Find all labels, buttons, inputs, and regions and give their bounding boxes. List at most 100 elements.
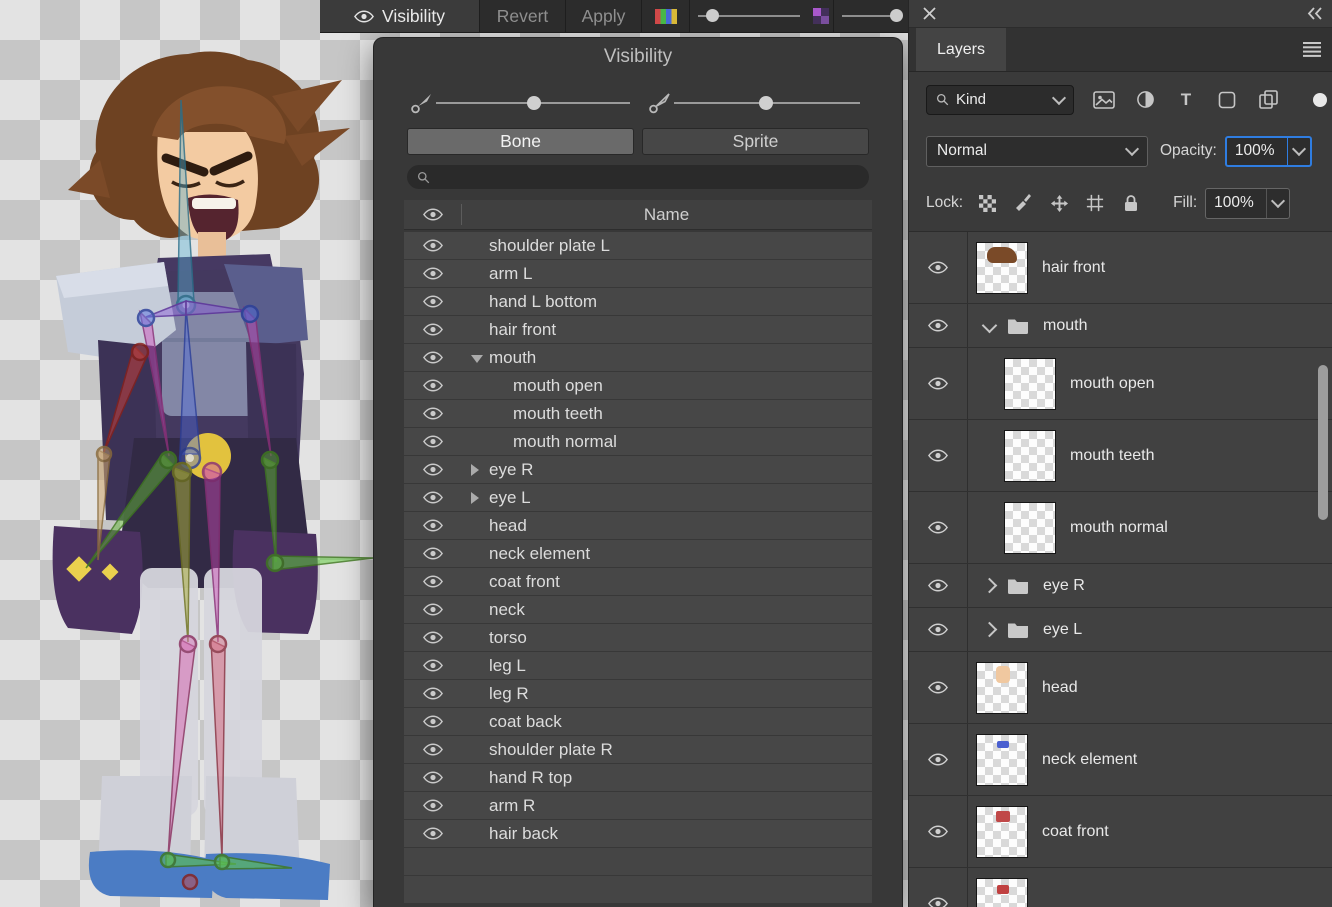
slider-handle[interactable] — [890, 9, 903, 22]
layer-row[interactable]: head — [909, 652, 1332, 724]
bone-color-palette-button[interactable] — [642, 0, 690, 32]
visibility-row[interactable]: shoulder plate R — [404, 736, 872, 763]
visibility-row[interactable]: shoulder plate L — [404, 232, 872, 259]
eye-icon[interactable] — [423, 603, 443, 616]
mesh-opacity-toolbar-slider[interactable] — [834, 0, 908, 32]
pixel-layer-filter-icon[interactable] — [1093, 90, 1115, 110]
layer-thumbnail[interactable] — [1004, 502, 1056, 554]
eye-icon[interactable] — [423, 295, 443, 308]
layer-visibility-cell[interactable] — [909, 564, 968, 607]
visibility-row[interactable]: hand R top — [404, 764, 872, 791]
eye-icon[interactable] — [423, 239, 443, 252]
eye-icon[interactable] — [423, 575, 443, 588]
visibility-row[interactable]: hair front — [404, 316, 872, 343]
filter-toggle-switch[interactable] — [1313, 93, 1327, 107]
layer-name[interactable]: mouth teeth — [1070, 447, 1155, 465]
layer-name[interactable]: neck element — [1042, 751, 1137, 769]
layer-thumbnail[interactable] — [1004, 430, 1056, 482]
visibility-row[interactable]: coat front — [404, 568, 872, 595]
tab-layers[interactable]: Layers — [916, 28, 1006, 71]
eye-icon[interactable] — [928, 897, 948, 907]
visibility-row[interactable]: coat back — [404, 708, 872, 735]
eye-icon[interactable] — [423, 659, 443, 672]
layer-name[interactable]: mouth open — [1070, 375, 1155, 393]
eye-icon[interactable] — [928, 319, 948, 332]
type-layer-filter-icon[interactable]: T — [1175, 90, 1197, 110]
layer-row[interactable]: mouth teeth — [909, 420, 1332, 492]
layer-group-row[interactable]: eye L — [909, 608, 1332, 652]
foldout-arrow[interactable] — [471, 464, 479, 476]
layer-name[interactable]: mouth — [1043, 317, 1087, 335]
eye-icon[interactable] — [928, 681, 948, 694]
eye-icon[interactable] — [423, 771, 443, 784]
visibility-row[interactable]: leg L — [404, 652, 872, 679]
lock-paint-icon[interactable] — [1013, 193, 1033, 213]
layer-name[interactable]: coat front — [1042, 823, 1109, 841]
lock-move-icon[interactable] — [1049, 193, 1069, 213]
layer-visibility-cell[interactable] — [909, 232, 968, 303]
eye-icon[interactable] — [423, 379, 443, 392]
scrollbar[interactable] — [1318, 365, 1328, 520]
layer-thumbnail[interactable] — [976, 806, 1028, 858]
visibility-row[interactable]: mouth teeth — [404, 400, 872, 427]
eye-icon[interactable] — [423, 799, 443, 812]
visibility-row[interactable]: eye L — [404, 484, 872, 511]
close-icon[interactable] — [922, 6, 937, 21]
layer-thumbnail[interactable] — [976, 662, 1028, 714]
eye-icon[interactable] — [928, 623, 948, 636]
layer-visibility-cell[interactable] — [909, 652, 968, 723]
smart-object-filter-icon[interactable] — [1257, 90, 1279, 110]
eye-icon[interactable] — [928, 449, 948, 462]
revert-button[interactable]: Revert — [480, 0, 566, 32]
eye-icon[interactable] — [423, 491, 443, 504]
slider-handle[interactable] — [759, 96, 773, 110]
layer-thumbnail[interactable] — [976, 242, 1028, 294]
panel-bone-opacity-slider[interactable] — [436, 90, 630, 116]
visibility-row[interactable]: arm R — [404, 792, 872, 819]
lock-all-icon[interactable] — [1121, 193, 1141, 213]
layer-row[interactable]: coat front — [909, 796, 1332, 868]
layer-name[interactable]: eye R — [1043, 577, 1085, 595]
visibility-row[interactable]: mouth — [404, 344, 872, 371]
bone-opacity-toolbar-slider[interactable] — [690, 0, 808, 32]
eye-icon[interactable] — [928, 825, 948, 838]
layer-visibility-cell[interactable] — [909, 724, 968, 795]
layer-visibility-cell[interactable] — [909, 796, 968, 867]
adjustment-layer-filter-icon[interactable] — [1134, 90, 1156, 110]
visibility-row[interactable]: mouth normal — [404, 428, 872, 455]
search-box[interactable] — [407, 165, 869, 189]
layer-name[interactable]: head — [1042, 679, 1078, 697]
eye-icon[interactable] — [423, 463, 443, 476]
eye-icon[interactable] — [423, 743, 443, 756]
visibility-row[interactable]: head — [404, 512, 872, 539]
layer-visibility-cell[interactable] — [909, 608, 968, 651]
layer-visibility-cell[interactable] — [909, 492, 968, 563]
visibility-row[interactable]: arm L — [404, 260, 872, 287]
blend-mode-dropdown[interactable]: Normal — [926, 136, 1148, 167]
group-expand-chevron-icon[interactable] — [982, 318, 998, 334]
visibility-row[interactable]: eye R — [404, 456, 872, 483]
layer-row[interactable]: hair front — [909, 232, 1332, 304]
group-expand-chevron-icon[interactable] — [982, 578, 998, 594]
lock-transparency-icon[interactable] — [977, 193, 997, 213]
eye-icon[interactable] — [423, 435, 443, 448]
layer-name[interactable]: eye L — [1043, 621, 1082, 639]
fill-dropdown-button[interactable] — [1266, 189, 1289, 218]
group-expand-chevron-icon[interactable] — [982, 622, 998, 638]
kind-filter-dropdown[interactable]: Kind — [926, 85, 1074, 115]
tab-bone[interactable]: Bone — [407, 128, 634, 155]
eye-icon[interactable] — [928, 753, 948, 766]
eye-icon[interactable] — [423, 687, 443, 700]
slider-handle[interactable] — [527, 96, 541, 110]
header-eye-icon[interactable] — [423, 208, 443, 221]
foldout-arrow[interactable] — [471, 355, 483, 363]
foldout-arrow[interactable] — [471, 492, 479, 504]
visibility-row[interactable]: neck — [404, 596, 872, 623]
layer-row[interactable]: mouth open — [909, 348, 1332, 420]
visibility-row[interactable]: mouth open — [404, 372, 872, 399]
collapse-panel-icon[interactable] — [1305, 6, 1325, 21]
layer-visibility-cell[interactable] — [909, 304, 968, 347]
eye-icon[interactable] — [928, 261, 948, 274]
opacity-dropdown-button[interactable] — [1287, 138, 1310, 165]
eye-icon[interactable] — [423, 631, 443, 644]
